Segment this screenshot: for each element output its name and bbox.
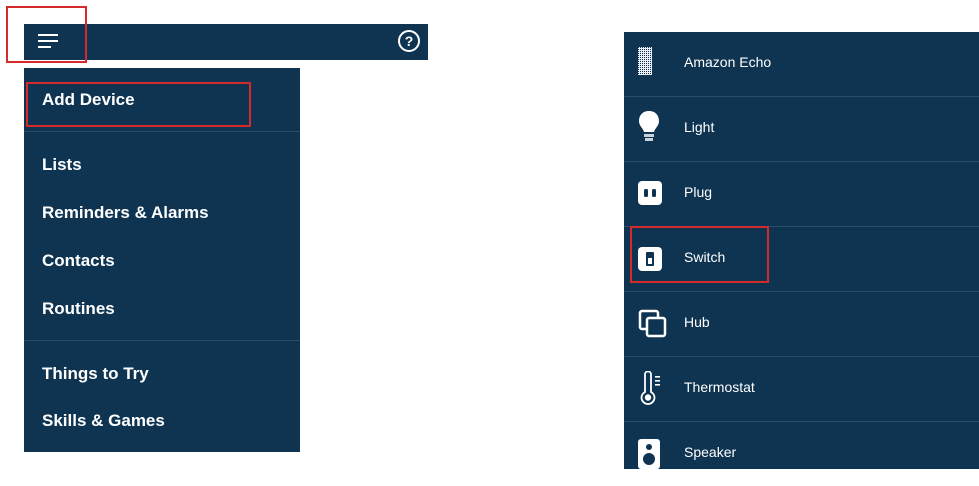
hub-icon	[638, 309, 668, 344]
device-row-thermostat[interactable]: Thermostat	[624, 357, 979, 421]
menu-item-skills-games[interactable]: Skills & Games	[42, 411, 165, 431]
menu-item-contacts[interactable]: Contacts	[42, 251, 115, 271]
help-circle-icon[interactable]: ?	[398, 30, 420, 52]
device-label: Speaker	[684, 444, 737, 460]
menu-item-lists[interactable]: Lists	[42, 155, 82, 175]
device-row-plug[interactable]: Plug	[624, 162, 979, 226]
menu-button-highlight	[6, 6, 87, 63]
device-label: Light	[684, 119, 715, 135]
menu-item-reminders-alarms[interactable]: Reminders & Alarms	[42, 203, 209, 223]
menu-divider	[24, 131, 300, 132]
lightbulb-icon	[638, 110, 660, 149]
device-row-amazon-echo[interactable]: Amazon Echo	[624, 32, 979, 96]
switch-highlight	[630, 226, 769, 283]
thermometer-icon	[638, 370, 662, 410]
device-label: Plug	[684, 184, 713, 200]
echo-device-icon	[638, 47, 652, 80]
menu-item-things-to-try[interactable]: Things to Try	[42, 364, 149, 384]
menu-item-routines[interactable]: Routines	[42, 299, 115, 319]
device-label: Amazon Echo	[684, 54, 772, 70]
device-row-light[interactable]: Light	[624, 97, 979, 161]
device-row-hub[interactable]: Hub	[624, 292, 979, 356]
device-label: Thermostat	[684, 379, 755, 395]
plug-icon	[638, 181, 662, 210]
menu-divider	[24, 340, 300, 341]
add-device-highlight	[26, 82, 251, 127]
device-label: Hub	[684, 314, 710, 330]
device-row-speaker[interactable]: Speaker	[624, 422, 979, 486]
